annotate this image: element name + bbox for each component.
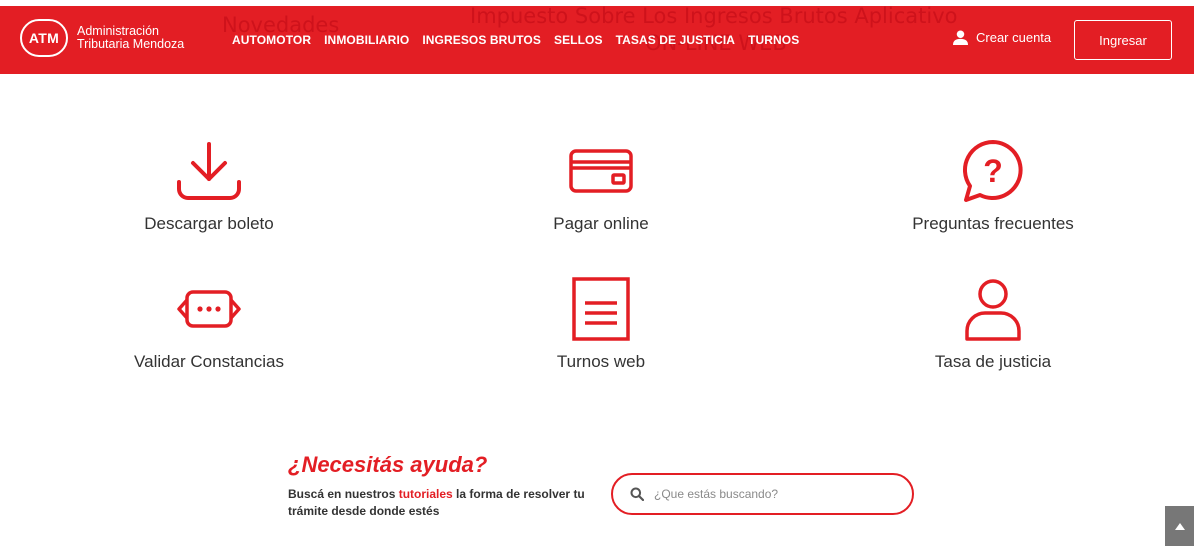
nav-tasas-de-justicia[interactable]: TASAS DE JUSTICIA <box>616 33 736 47</box>
scroll-to-top-button[interactable] <box>1165 506 1194 546</box>
create-account-link[interactable]: Crear cuenta <box>953 30 1051 45</box>
tile-pagar-online[interactable]: Pagar online <box>481 136 721 234</box>
main-nav: AUTOMOTOR INMOBILIARIO INGRESOS BRUTOS S… <box>232 33 812 47</box>
nav-inmobiliario[interactable]: INMOBILIARIO <box>324 33 409 47</box>
question-bubble-icon: ? <box>962 140 1023 202</box>
logo-text: Administración Tributaria Mendoza <box>77 25 184 51</box>
atm-logo[interactable]: ATM Administración Tributaria Mendoza <box>20 19 184 57</box>
tile-tasa-de-justicia[interactable]: Tasa de justicia <box>873 274 1113 372</box>
background-banner-text: Impuesto Sobre Los Ingresos Brutos Aplic… <box>470 4 958 28</box>
tile-validar-constancias[interactable]: Validar Constancias <box>89 274 329 372</box>
help-title: ¿Necesitás ayuda? <box>288 452 488 477</box>
tile-label: Descargar boleto <box>144 214 274 233</box>
credit-card-icon <box>569 149 633 193</box>
search-box[interactable] <box>611 473 914 515</box>
chevron-up-icon <box>1174 522 1185 530</box>
top-header: Impuesto Sobre Los Ingresos Brutos Aplic… <box>0 0 1194 74</box>
tile-label: Pagar online <box>553 214 649 233</box>
nav-automotor[interactable]: AUTOMOTOR <box>232 33 311 47</box>
nav-turnos[interactable]: TURNOS <box>748 33 799 47</box>
document-icon <box>572 277 630 341</box>
logo-line-2: Tributaria Mendoza <box>77 37 185 51</box>
login-button[interactable]: Ingresar <box>1074 20 1172 60</box>
header-top-strip <box>0 0 1194 6</box>
tile-turnos-web[interactable]: Turnos web <box>481 274 721 372</box>
nav-sellos[interactable]: SELLOS <box>554 33 603 47</box>
search-icon <box>630 487 644 501</box>
tile-preguntas-frecuentes[interactable]: ? Preguntas frecuentes <box>873 136 1113 234</box>
tile-label: Turnos web <box>556 352 646 371</box>
tile-descargar-boleto[interactable]: Descargar boleto <box>89 136 329 234</box>
tile-label: Preguntas frecuentes <box>912 214 1074 233</box>
download-icon <box>177 142 241 200</box>
tile-label: Tasa de justicia <box>934 352 1052 371</box>
svg-text:?: ? <box>983 153 1003 189</box>
help-text: Buscá en nuestros tutoriales la forma de… <box>288 486 588 520</box>
user-icon <box>953 30 968 45</box>
chat-dots-icon <box>177 290 241 328</box>
user-icon <box>965 279 1021 341</box>
tile-label: Validar Constancias <box>134 352 284 371</box>
create-account-label: Crear cuenta <box>976 30 1052 45</box>
tutoriales-link[interactable]: tutoriales <box>399 487 453 501</box>
nav-ingresos-brutos[interactable]: INGRESOS BRUTOS <box>422 33 541 47</box>
help-text-part: Buscá en nuestros <box>288 487 399 501</box>
search-input[interactable] <box>654 487 894 501</box>
logo-badge: ATM <box>20 19 68 57</box>
